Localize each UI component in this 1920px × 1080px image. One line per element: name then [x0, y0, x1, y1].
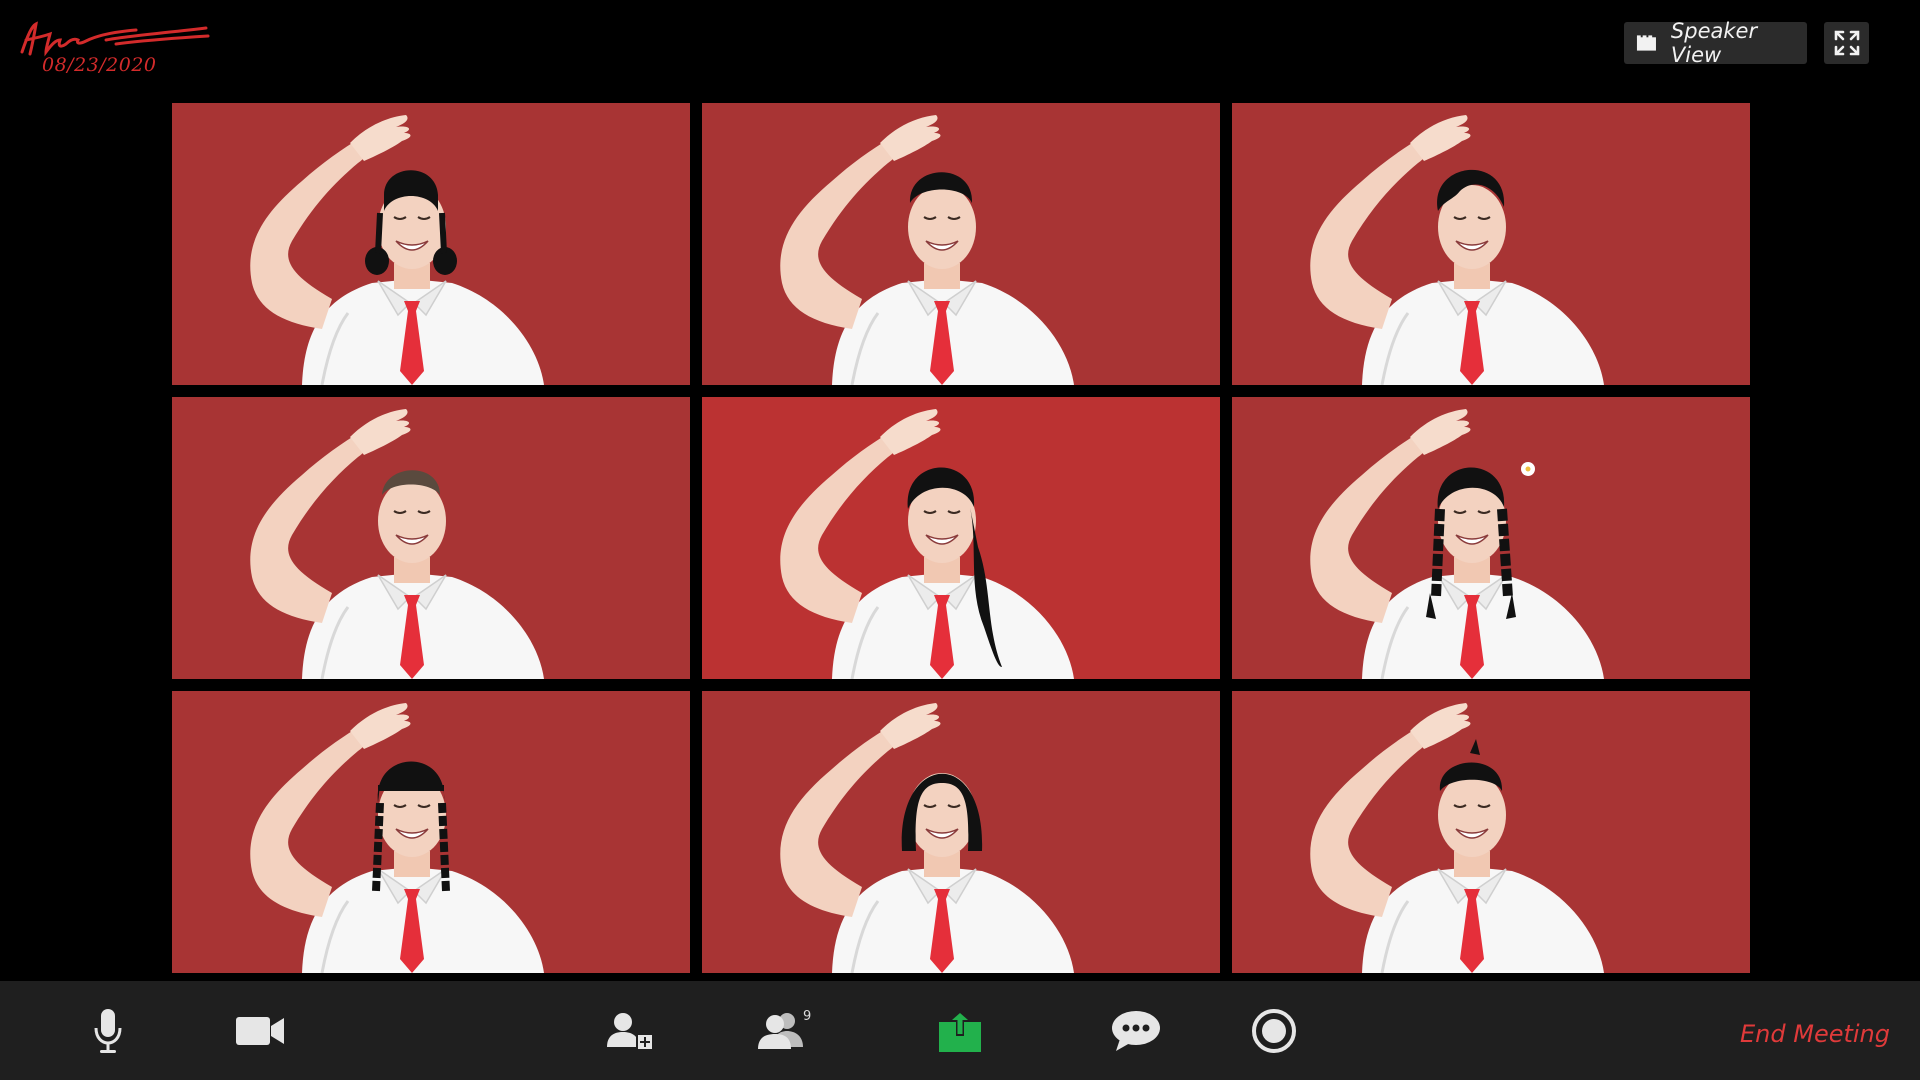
chat-button[interactable]	[1108, 981, 1164, 1080]
participant-illustration	[1232, 691, 1750, 973]
end-meeting-button[interactable]: End Meeting	[1740, 1016, 1890, 1052]
invite-button[interactable]	[604, 981, 660, 1080]
speaker-view-label: Speaker View	[1670, 19, 1758, 67]
video-grid	[172, 103, 1750, 973]
video-button[interactable]	[232, 981, 288, 1080]
signature-date: 08/23/2020	[42, 54, 157, 76]
record-button[interactable]	[1246, 981, 1302, 1080]
share-screen-icon	[939, 1009, 981, 1052]
fullscreen-button[interactable]	[1824, 22, 1869, 64]
participant-video-tile[interactable]	[172, 397, 690, 679]
participant-video-tile[interactable]	[702, 103, 1220, 385]
record-icon	[1252, 1008, 1296, 1053]
participant-illustration	[172, 103, 690, 385]
participant-video-tile[interactable]	[1232, 103, 1750, 385]
participant-illustration	[1232, 103, 1750, 385]
video-camera-icon	[236, 1016, 284, 1045]
grid-icon	[1636, 35, 1656, 51]
participant-illustration	[702, 397, 1220, 679]
participants-count: 9	[803, 1009, 812, 1024]
participant-video-tile[interactable]	[172, 691, 690, 973]
mute-button[interactable]	[80, 981, 136, 1080]
participant-video-tile[interactable]	[172, 103, 690, 385]
share-screen-button[interactable]	[932, 981, 988, 1080]
participant-video-tile[interactable]	[702, 691, 1220, 973]
participant-illustration	[172, 691, 690, 973]
chat-icon	[1112, 1010, 1160, 1051]
participant-illustration	[702, 103, 1220, 385]
participant-illustration	[1232, 397, 1750, 679]
invite-icon	[607, 1012, 654, 1051]
participants-icon	[758, 1012, 803, 1049]
participant-video-tile[interactable]	[1232, 397, 1750, 679]
speaker-view-button[interactable]: Speaker View	[1624, 19, 1807, 67]
participant-video-tile[interactable]	[1232, 691, 1750, 973]
fullscreen-icon	[1834, 30, 1859, 56]
microphone-icon	[94, 1008, 122, 1053]
meeting-toolbar	[0, 981, 1920, 1080]
participant-illustration	[702, 691, 1220, 973]
participant-illustration	[172, 397, 690, 679]
participant-video-tile[interactable]	[702, 397, 1220, 679]
participants-button[interactable]	[754, 981, 810, 1080]
